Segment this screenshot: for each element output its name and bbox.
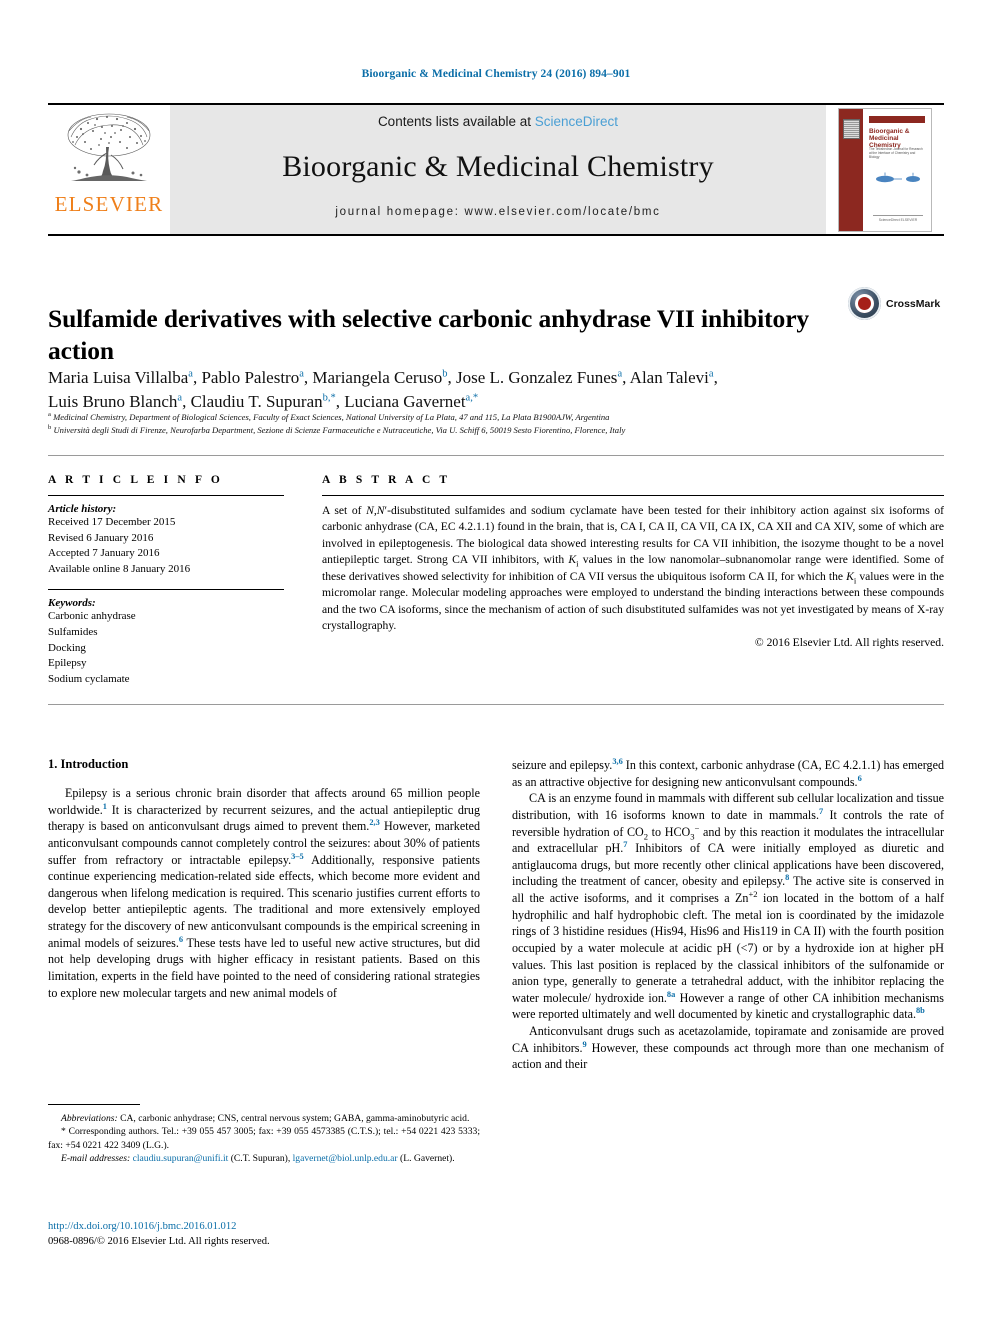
journal-homepage-link[interactable]: journal homepage: www.elsevier.com/locat… bbox=[335, 206, 660, 218]
footnote-abbreviations: Abbreviations: CA, carbonic anhydrase; C… bbox=[48, 1112, 480, 1125]
footnote-block: Abbreviations: CA, carbonic anhydrase; C… bbox=[48, 1112, 480, 1166]
journal-cover-thumbnail: Bioorganic & Medicinal Chemistry The Tet… bbox=[826, 105, 944, 234]
article-info-rule bbox=[48, 495, 284, 496]
cover-footer: ScienceDirect ELSEVIER bbox=[873, 214, 923, 222]
history-received: Received 17 December 2015 bbox=[48, 516, 176, 528]
keywords-rule bbox=[48, 589, 284, 591]
author-list: Maria Luisa Villalbaa, Pablo Palestroa, … bbox=[48, 366, 948, 414]
journal-masthead: ELSEVIER Contents lists available at Sci… bbox=[48, 103, 944, 236]
abstract-seg-1: A set of bbox=[322, 504, 367, 517]
abstract-italic-k: K bbox=[568, 553, 577, 567]
chem-superscript: +2 bbox=[748, 888, 758, 899]
affiliation-list: a Medicinal Chemistry, Department of Bio… bbox=[48, 411, 948, 438]
email-addresses-label: E-mail addresses: bbox=[61, 1153, 131, 1165]
footnote-rule bbox=[48, 1104, 140, 1105]
email-owner-1: (C.T. Supuran), bbox=[228, 1153, 293, 1165]
cover-mini-image bbox=[843, 118, 860, 139]
body-right-column: seizure and epilepsy.3,6 In this context… bbox=[512, 757, 944, 1073]
citation-ref[interactable]: 3–5 bbox=[291, 851, 304, 860]
author-affil-mark[interactable]: a,* bbox=[466, 392, 479, 404]
abstract-rule bbox=[322, 495, 944, 496]
contents-list-line: Contents lists available at ScienceDirec… bbox=[378, 114, 618, 129]
abstract-text: A set of N,N′-disubstituted sulfamides a… bbox=[322, 503, 944, 635]
history-accepted: Accepted 7 January 2016 bbox=[48, 547, 160, 560]
citation-ref[interactable]: 3,6 bbox=[612, 757, 622, 766]
article-info-column: A R T I C L E I N F O Article history: R… bbox=[48, 474, 284, 687]
abstract-italic-nn: N,N bbox=[366, 504, 385, 517]
corresponding-authors-text: * Corresponding authors. Tel.: +39 055 4… bbox=[48, 1126, 480, 1151]
cover-subtitle: The Tetrahedron Journal for Research at … bbox=[869, 146, 923, 159]
keyword-item: Epilepsy bbox=[48, 657, 87, 670]
footer-doi-block: http://dx.doi.org/10.1016/j.bmc.2016.01.… bbox=[48, 1219, 480, 1249]
abstract-column: A B S T R A C T A set of N,N′-disubstitu… bbox=[322, 474, 944, 649]
info-divider-bottom bbox=[48, 704, 944, 705]
email-link-gavernet[interactable]: lgavernet@biol.unlp.edu.ar bbox=[293, 1153, 398, 1164]
affiliation-a-text: Medicinal Chemistry, Department of Biolo… bbox=[53, 412, 610, 422]
author-affil-mark[interactable]: a bbox=[188, 368, 193, 380]
history-available-online: Available online 8 January 2016 bbox=[48, 562, 191, 575]
email-link-supuran[interactable]: claudiu.supuran@unifi.it bbox=[133, 1153, 229, 1164]
citation-ref[interactable]: 2,3 bbox=[369, 818, 379, 827]
cover-top-bar bbox=[869, 115, 925, 123]
affil-mark-b: b bbox=[48, 424, 52, 432]
footnote-corresponding: * Corresponding authors. Tel.: +39 055 4… bbox=[48, 1125, 480, 1152]
intro-paragraph-left: Epilepsy is a serious chronic brain diso… bbox=[48, 785, 480, 1001]
affiliation-a: a Medicinal Chemistry, Department of Bio… bbox=[48, 411, 948, 424]
p-seg: seizure and epilepsy. bbox=[512, 758, 613, 772]
citation-ref[interactable]: 8b bbox=[916, 1006, 925, 1015]
article-history-label: Article history: bbox=[48, 503, 117, 515]
elsevier-wordmark: ELSEVIER bbox=[54, 192, 164, 216]
issn-copyright-line: 0968-0896/© 2016 Elsevier Ltd. All right… bbox=[48, 1236, 270, 1248]
abstract-heading: A B S T R A C T bbox=[322, 474, 451, 486]
running-head: Bioorganic & Medicinal Chemistry 24 (201… bbox=[361, 68, 631, 80]
abbreviations-label: Abbreviations: bbox=[61, 1113, 118, 1124]
affiliation-b: b Università degli Studi di Firenze, Neu… bbox=[48, 424, 948, 437]
footnote-emails: E-mail addresses: claudiu.supuran@unifi.… bbox=[48, 1152, 480, 1165]
author-affil-mark[interactable]: b bbox=[442, 368, 447, 380]
author-affil-mark[interactable]: a bbox=[177, 392, 182, 404]
citation-ref[interactable]: 6 bbox=[858, 774, 862, 783]
keywords-label: Keywords: bbox=[48, 597, 96, 610]
elsevier-logo: ELSEVIER bbox=[48, 105, 170, 234]
crossmark-label: CrossMark bbox=[886, 297, 941, 310]
keyword-item: Carbonic anhydrase bbox=[48, 610, 136, 623]
keyword-item: Docking bbox=[48, 641, 86, 654]
affiliation-b-text: Università degli Studi di Firenze, Neuro… bbox=[53, 425, 626, 436]
page-title: Sulfamide derivatives with selective car… bbox=[48, 304, 810, 366]
author-affil-mark[interactable]: a bbox=[709, 368, 714, 380]
abstract-italic-k2: K bbox=[846, 569, 854, 583]
info-divider-top bbox=[48, 455, 944, 456]
author-affil-mark[interactable]: b,* bbox=[323, 392, 336, 404]
p-seg: ion located in the bottom of a half hydr… bbox=[512, 891, 944, 1005]
author-line-1: Maria Luisa Villalbaa, Pablo Palestroa, … bbox=[48, 368, 718, 387]
sciencedirect-link[interactable]: ScienceDirect bbox=[535, 114, 618, 129]
body-left-column: 1. Introduction Epilepsy is a serious ch… bbox=[48, 757, 480, 1001]
keyword-item: Sodium cyclamate bbox=[48, 672, 130, 685]
affil-mark-a: a bbox=[48, 411, 51, 419]
p-seg: to HCO bbox=[648, 824, 691, 839]
keyword-item: Sulfamides bbox=[48, 626, 98, 639]
history-revised: Revised 6 January 2016 bbox=[48, 531, 154, 544]
intro-paragraph-right-2: CA is an enzyme found in mammals with di… bbox=[512, 790, 944, 1023]
elsevier-tree-icon bbox=[67, 113, 151, 181]
paper-page: Bioorganic & Medicinal Chemistry 24 (201… bbox=[0, 0, 992, 1323]
email-owner-2: (L. Gavernet). bbox=[397, 1153, 455, 1165]
crossmark-icon bbox=[848, 287, 881, 320]
abstract-copyright: © 2016 Elsevier Ltd. All rights reserved… bbox=[754, 635, 944, 649]
intro-paragraph-right-3: Anticonvulsant drugs such as acetazolami… bbox=[512, 1023, 944, 1073]
contents-prefix: Contents lists available at bbox=[377, 114, 535, 129]
intro-paragraph-right-1: seizure and epilepsy.3,6 In this context… bbox=[512, 757, 944, 790]
doi-link[interactable]: http://dx.doi.org/10.1016/j.bmc.2016.01.… bbox=[48, 1219, 480, 1234]
article-info-heading: A R T I C L E I N F O bbox=[48, 474, 223, 486]
author-affil-mark[interactable]: a bbox=[299, 368, 304, 380]
crossmark-badge[interactable]: CrossMark bbox=[848, 287, 952, 320]
masthead-center: Contents lists available at ScienceDirec… bbox=[170, 105, 826, 234]
author-affil-mark[interactable]: a bbox=[617, 368, 622, 380]
section-heading-introduction: 1. Introduction bbox=[48, 757, 129, 771]
abbreviations-text: CA, carbonic anhydrase; CNS, central ner… bbox=[117, 1113, 470, 1124]
cover-structure-graphic bbox=[876, 172, 920, 182]
journal-title: Bioorganic & Medicinal Chemistry bbox=[282, 150, 714, 183]
